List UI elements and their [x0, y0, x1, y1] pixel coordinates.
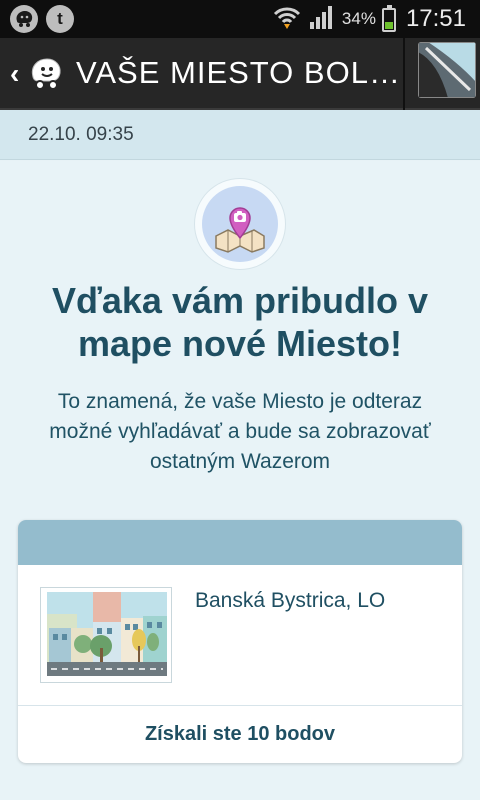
tumblr-notification-icon: t [46, 5, 74, 33]
battery-percent: 34% [341, 9, 376, 28]
date-bar: 22.10. 09:35 [0, 110, 480, 160]
points-earned-text: Získali ste 10 bodov [144, 723, 336, 745]
wifi-icon [272, 4, 302, 35]
notification-icons: t [10, 5, 74, 33]
battery-icon [381, 5, 396, 32]
subtitle: To znamená, že vaše Miesto je odteraz mo… [49, 390, 431, 473]
map-place-camera-icon [202, 186, 278, 262]
map-thumbnail-button[interactable] [418, 42, 476, 98]
waze-icon[interactable] [26, 54, 66, 94]
chevron-left-icon[interactable]: ‹ [10, 58, 19, 90]
city-illustration [40, 587, 172, 683]
headline: Vďaka vám pribudlo v mape nové Miesto! [52, 280, 428, 364]
waze-notification-icon [10, 5, 38, 33]
status-indicators: 34% 17:51 [272, 0, 466, 38]
signal-icon [308, 4, 336, 35]
place-icon-badge [195, 179, 285, 269]
main-content: Vďaka vám pribudlo v mape nové Miesto! T… [0, 161, 480, 800]
notification-datetime: 22.10. 09:35 [28, 124, 134, 145]
page-title: VAŠE MIESTO BOLO… [76, 55, 401, 90]
card-footer: Získali ste 10 bodov [18, 706, 462, 763]
card-header [18, 520, 462, 565]
clock: 17:51 [405, 5, 466, 32]
card-body: Banská Bystrica, LO [18, 565, 462, 705]
app-bar-divider [403, 38, 405, 110]
app-bar: ‹ VAŠE MIESTO BOLO… [0, 38, 480, 110]
place-card: Banská Bystrica, LO Získali ste 10 bodov [18, 520, 462, 763]
status-bar: t 34% 17:51 [0, 0, 480, 38]
battery-level-fill [384, 22, 393, 29]
place-name: Banská Bystrica, LO [195, 589, 386, 612]
